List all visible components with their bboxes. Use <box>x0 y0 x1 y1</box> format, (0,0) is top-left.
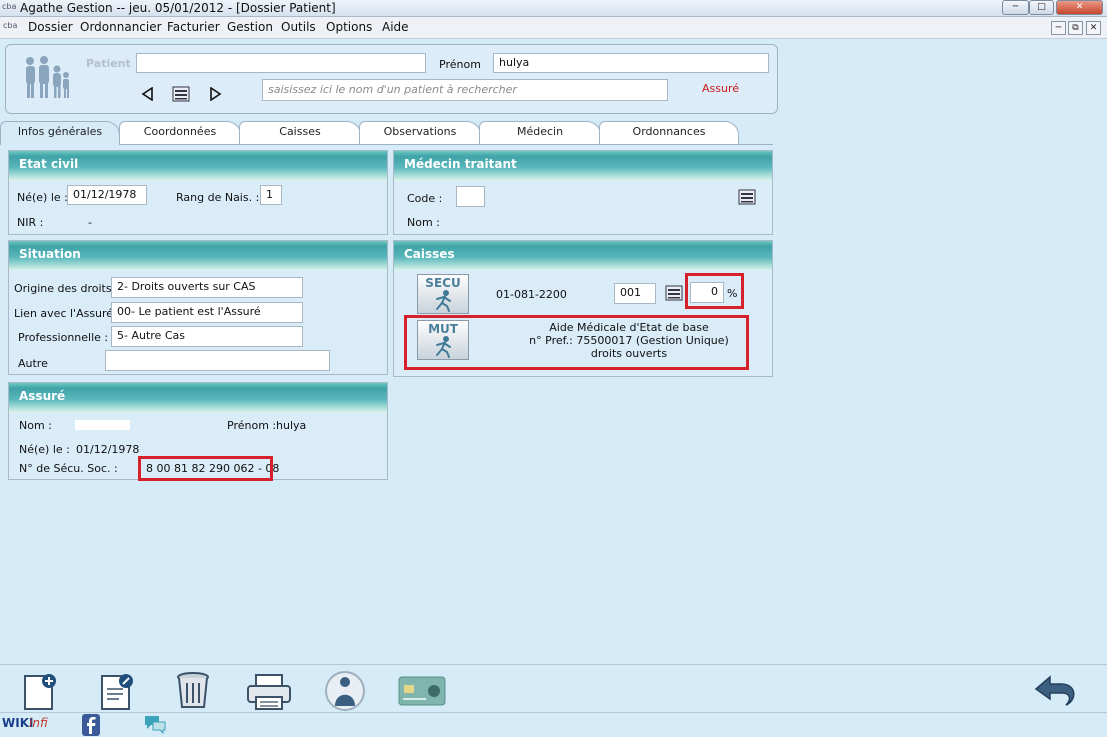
assure-ne-le-label: Né(e) le : <box>19 443 70 456</box>
assure-header: Assuré <box>9 383 387 413</box>
professionnelle-label: Professionnelle : <box>18 331 109 344</box>
mdi-minimize-button[interactable]: ─ <box>1051 21 1066 35</box>
caisses-header: Caisses <box>394 241 772 271</box>
professionnelle-field[interactable]: 5- Autre Cas <box>111 326 303 347</box>
medecin-traitant-title: Médecin traitant <box>404 157 517 171</box>
assure-nom-redacted <box>75 420 130 430</box>
tab-ordonnances[interactable]: Ordonnances <box>599 121 739 145</box>
chat-bubble-icon[interactable] <box>143 714 167 734</box>
printer-icon[interactable] <box>245 673 293 711</box>
patient-card-icon[interactable] <box>172 85 190 103</box>
assure-prenom-label: Prénom : <box>227 419 277 432</box>
situation-header: Situation <box>9 241 387 271</box>
tab-medecin[interactable]: Médecin <box>479 121 601 145</box>
autre-field[interactable] <box>105 350 330 371</box>
facebook-icon[interactable] <box>82 714 100 736</box>
secu-button[interactable]: SECU <box>417 274 469 314</box>
assure-nom-label: Nom : <box>19 419 52 432</box>
next-patient-icon[interactable] <box>208 87 222 101</box>
new-document-icon[interactable] <box>20 672 60 712</box>
code-label: Code : <box>407 192 443 205</box>
tab-infos-generales[interactable]: Infos générales <box>0 121 120 145</box>
tab-caisses[interactable]: Caisses <box>239 121 361 145</box>
family-icon <box>26 56 69 98</box>
assure-panel: Assuré Nom : Prénom : hulya Né(e) le : 0… <box>8 382 388 481</box>
menu-outils[interactable]: Outils <box>281 20 316 34</box>
menu-gestion[interactable]: Gestion <box>227 20 273 34</box>
vitale-card-icon[interactable] <box>398 676 446 706</box>
wiki-infi-label[interactable]: infi <box>29 716 48 730</box>
bottom-toolbar <box>0 664 1107 712</box>
menu-dossier[interactable]: Dossier <box>28 20 73 34</box>
secu-number-highlight-box <box>138 456 273 481</box>
assure-prenom-value: hulya <box>276 419 307 432</box>
autre-label: Autre <box>18 357 48 370</box>
menu-aide[interactable]: Aide <box>382 20 409 34</box>
lien-assure-field[interactable]: 00- Le patient est l'Assuré <box>111 302 303 323</box>
situation-title: Situation <box>19 247 81 261</box>
menu-bar: cba Dossier Ordonnancier Facturier Gesti… <box>0 17 1107 39</box>
menu-facturier[interactable]: Facturier <box>167 20 220 34</box>
medecin-nom-label: Nom : <box>407 216 440 229</box>
window-title: Agathe Gestion -- jeu. 05/01/2012 - [Dos… <box>20 1 336 15</box>
mut-highlight-box <box>404 315 749 370</box>
mdi-close-button[interactable]: ✕ <box>1086 21 1101 35</box>
tab-observations[interactable]: Observations <box>359 121 481 145</box>
patient-icon[interactable] <box>323 671 367 711</box>
ne-le-label: Né(e) le : <box>17 191 68 204</box>
birthdate-field[interactable]: 01/12/1978 <box>67 185 147 205</box>
etat-civil-title: Etat civil <box>19 157 79 171</box>
assure-title: Assuré <box>19 389 66 403</box>
minimize-button[interactable]: ─ <box>1002 0 1029 15</box>
previous-patient-icon[interactable] <box>141 87 155 101</box>
caisse-card-icon[interactable] <box>665 284 683 302</box>
caisses-panel: Caisses SECU 01-081-2200 001 0 % MUT Aid… <box>393 240 773 377</box>
origine-droits-label: Origine des droits : <box>14 282 119 295</box>
trash-icon[interactable] <box>174 671 212 711</box>
patient-name-field[interactable] <box>136 53 426 73</box>
edit-document-icon[interactable] <box>97 672 137 712</box>
nir-value: - <box>88 216 92 229</box>
medecin-card-icon[interactable] <box>738 188 756 206</box>
menu-options[interactable]: Options <box>326 20 372 34</box>
menu-ordonnancier[interactable]: Ordonnancier <box>80 20 162 34</box>
secu-code-value: 01-081-2200 <box>496 288 567 301</box>
nir-label: NIR : <box>17 216 44 229</box>
patient-label: Patient <box>86 57 131 70</box>
rang-label: Rang de Nais. : <box>176 191 260 204</box>
prenom-label: Prénom <box>439 58 481 71</box>
maximize-button[interactable]: □ <box>1029 0 1054 15</box>
secu-center-field[interactable]: 001 <box>614 283 656 304</box>
situation-panel: Situation Origine des droits : 2- Droits… <box>8 240 388 375</box>
etat-civil-panel: Etat civil Né(e) le : 01/12/1978 Rang de… <box>8 150 388 235</box>
prenom-field[interactable]: hulya <box>493 53 769 73</box>
caisses-title: Caisses <box>404 247 455 261</box>
medecin-traitant-panel: Médecin traitant Code : Nom : <box>393 150 773 235</box>
etat-civil-header: Etat civil <box>9 151 387 181</box>
lien-assure-label: Lien avec l'Assuré : <box>14 307 121 320</box>
app-icon: cba <box>2 2 17 11</box>
rang-field[interactable]: 1 <box>260 185 282 205</box>
status-bar: WIKI infi <box>0 712 1107 737</box>
medecin-traitant-header: Médecin traitant <box>394 151 772 181</box>
mdi-restore-button[interactable]: ⧉ <box>1068 21 1083 35</box>
tab-coordonnees[interactable]: Coordonnées <box>119 121 241 145</box>
back-arrow-icon[interactable] <box>1032 673 1080 711</box>
secu-running-figure-icon <box>436 290 451 312</box>
patient-panel: Patient Prénom hulya saisissez ici le no… <box>5 44 778 114</box>
assure-ne-le-value: 01/12/1978 <box>76 443 140 456</box>
title-bar: cba Agathe Gestion -- jeu. 05/01/2012 - … <box>0 0 1107 17</box>
origine-droits-field[interactable]: 2- Droits ouverts sur CAS <box>111 277 303 298</box>
mdi-app-icon: cba <box>3 21 18 30</box>
assure-status-label: Assuré <box>702 82 740 95</box>
patient-search-input[interactable]: saisissez ici le nom d'un patient à rech… <box>262 79 668 101</box>
assure-secu-label: N° de Sécu. Soc. : <box>19 462 118 475</box>
secu-caption: SECU <box>425 276 461 290</box>
medecin-code-field[interactable] <box>456 186 485 207</box>
percent-highlight-box <box>685 273 744 309</box>
close-button[interactable]: ✕ <box>1056 0 1103 15</box>
